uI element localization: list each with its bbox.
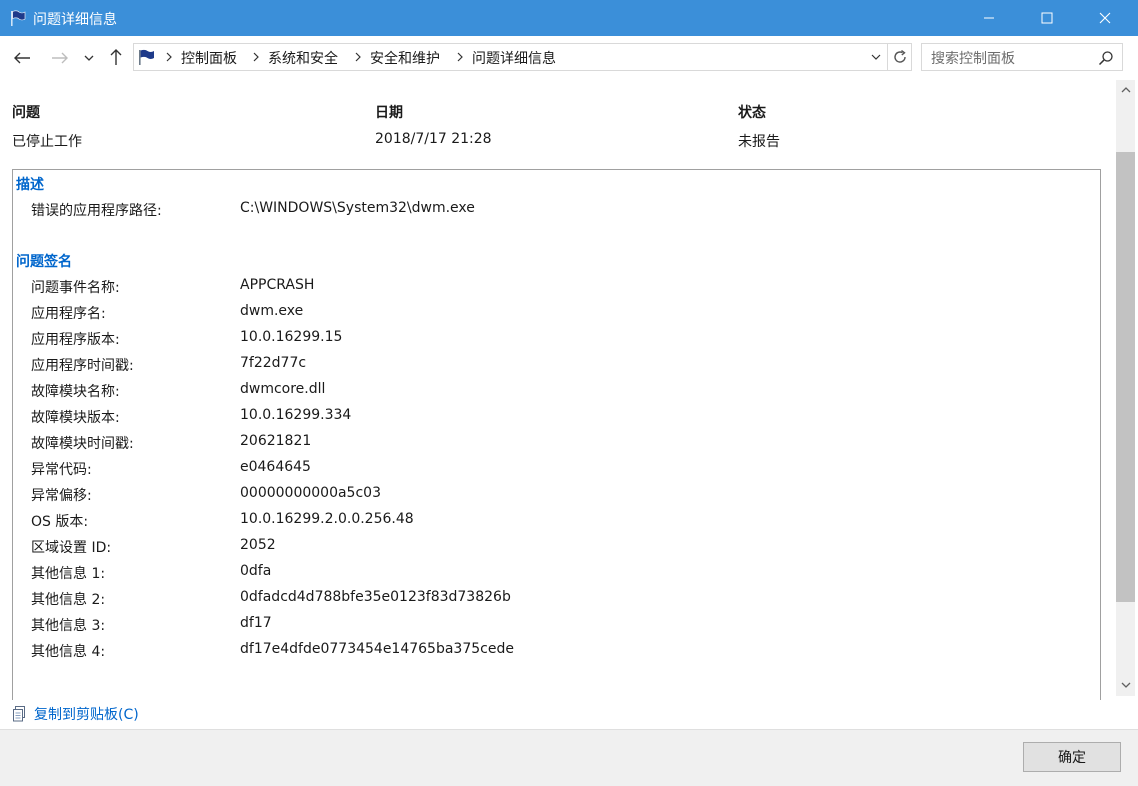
scrollbar-thumb[interactable] [1116, 152, 1135, 602]
scroll-up-button[interactable] [1116, 80, 1135, 100]
dialog-footer [0, 729, 1138, 786]
close-icon [1099, 12, 1111, 24]
signature-value: df17 [240, 615, 272, 631]
refresh-icon [893, 49, 906, 63]
signature-label: 异常代码: [31, 462, 92, 478]
forward-button[interactable] [50, 49, 70, 67]
up-arrow-icon [110, 49, 122, 65]
description-value: C:\WINDOWS\System32\dwm.exe [240, 200, 475, 216]
details-panel[interactable]: 描述 错误的应用程序路径: C:\WINDOWS\System32\dwm.ex… [12, 169, 1101, 700]
breadcrumb-separator-icon [253, 52, 259, 62]
minimize-button[interactable] [966, 0, 1012, 36]
signature-label: 问题事件名称: [31, 280, 120, 296]
forward-arrow-icon [52, 52, 68, 64]
signature-value: APPCRASH [240, 277, 315, 293]
signature-label: 应用程序版本: [31, 332, 120, 348]
scroll-down-button[interactable] [1116, 675, 1135, 695]
ok-button[interactable]: 确定 [1023, 742, 1121, 772]
content-area: 问题 日期 状态 已停止工作 2018/7/17 21:28 未报告 描述 错误… [0, 80, 1116, 700]
date-header: 日期 [375, 105, 403, 121]
address-bar[interactable]: 控制面板 系统和安全 安全和维护 问题详细信息 [133, 43, 888, 71]
signature-value: 0dfadcd4d788bfe35e0123f83d73826b [240, 589, 511, 605]
up-button[interactable] [106, 48, 126, 66]
signature-label: 区域设置 ID: [31, 540, 112, 556]
chevron-down-icon [84, 55, 94, 61]
minimize-icon [984, 17, 994, 19]
clipboard-icon [13, 706, 25, 722]
breadcrumb-separator-icon [355, 52, 361, 62]
signature-value: e0464645 [240, 459, 311, 475]
maximize-icon [1041, 12, 1053, 24]
description-label: 错误的应用程序路径: [31, 203, 162, 219]
description-title: 描述 [16, 177, 44, 193]
address-dropdown-icon[interactable] [869, 50, 883, 64]
signature-value: 2052 [240, 537, 276, 553]
date-value: 2018/7/17 21:28 [375, 131, 492, 147]
signature-value: df17e4dfde0773454e14765ba375cede [240, 641, 514, 657]
search-placeholder: 搜索控制面板 [931, 51, 1015, 67]
breadcrumb-security-maintenance[interactable]: 安全和维护 [370, 48, 440, 68]
search-box[interactable]: 搜索控制面板 [921, 43, 1123, 71]
refresh-button[interactable] [888, 43, 912, 71]
signature-label: 其他信息 2: [31, 592, 106, 608]
signature-label: 故障模块版本: [31, 410, 120, 426]
maximize-button[interactable] [1024, 0, 1070, 36]
signature-label: 应用程序时间戳: [31, 358, 134, 374]
signature-value: 10.0.16299.2.0.0.256.48 [240, 511, 414, 527]
copy-to-clipboard-label: 复制到剪贴板(C) [34, 707, 139, 723]
flag-icon [11, 10, 26, 26]
signature-label: OS 版本: [31, 514, 89, 530]
back-button[interactable] [12, 49, 32, 67]
signature-label: 异常偏移: [31, 488, 92, 504]
problem-value: 已停止工作 [12, 134, 82, 150]
recent-locations-button[interactable] [82, 49, 96, 67]
signature-label: 故障模块名称: [31, 384, 120, 400]
signature-label: 故障模块时间戳: [31, 436, 134, 452]
signature-label: 应用程序名: [31, 306, 106, 322]
signature-label: 其他信息 4: [31, 644, 106, 660]
breadcrumb-control-panel[interactable]: 控制面板 [181, 48, 237, 68]
signature-value: 00000000000a5c03 [240, 485, 381, 501]
signature-value: 20621821 [240, 433, 312, 449]
control-panel-flag-icon [139, 49, 154, 65]
signature-value: dwmcore.dll [240, 381, 326, 397]
breadcrumb-separator-icon [166, 52, 172, 62]
status-value: 未报告 [738, 134, 780, 150]
signature-value: 0dfa [240, 563, 272, 579]
signature-title: 问题签名 [16, 254, 72, 270]
close-button[interactable] [1082, 0, 1128, 36]
status-header: 状态 [738, 105, 766, 121]
search-icon[interactable] [1098, 50, 1114, 66]
signature-label: 其他信息 3: [31, 618, 106, 634]
signature-value: 10.0.16299.15 [240, 329, 343, 345]
breadcrumb-separator-icon [457, 52, 463, 62]
problem-header: 问题 [12, 105, 40, 121]
copy-to-clipboard-link[interactable]: 复制到剪贴板(C) [12, 704, 139, 724]
chevron-up-icon [1121, 87, 1130, 93]
signature-value: dwm.exe [240, 303, 304, 319]
chevron-down-icon [1121, 682, 1130, 688]
signature-label: 其他信息 1: [31, 566, 106, 582]
breadcrumb-system-security[interactable]: 系统和安全 [268, 48, 338, 68]
signature-value: 10.0.16299.334 [240, 407, 352, 423]
window-title: 问题详细信息 [33, 12, 117, 28]
signature-value: 7f22d77c [240, 355, 307, 371]
breadcrumb-problem-details[interactable]: 问题详细信息 [472, 48, 556, 68]
title-bar: 问题详细信息 [0, 0, 1138, 36]
back-arrow-icon [14, 52, 30, 64]
